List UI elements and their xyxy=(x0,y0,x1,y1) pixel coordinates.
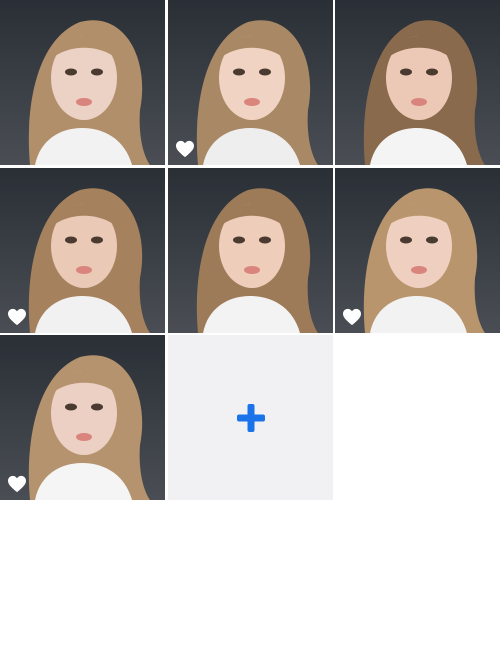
heart-icon xyxy=(175,140,195,158)
add-photo-button[interactable] xyxy=(168,335,333,500)
plus-icon xyxy=(235,402,267,434)
photo-thumbnail[interactable] xyxy=(168,0,333,165)
photo-image xyxy=(0,0,165,165)
photo-thumbnail[interactable] xyxy=(0,0,165,165)
heart-icon xyxy=(342,308,362,326)
photo-image xyxy=(335,0,500,165)
photo-gallery-screen xyxy=(0,0,500,667)
photo-thumbnail[interactable] xyxy=(168,168,333,333)
photo-thumbnail[interactable] xyxy=(335,168,500,333)
photo-thumbnail[interactable] xyxy=(335,0,500,165)
heart-icon xyxy=(7,475,27,493)
photo-thumbnail[interactable] xyxy=(0,168,165,333)
photo-grid xyxy=(0,0,500,501)
photo-thumbnail[interactable] xyxy=(0,335,165,500)
heart-icon xyxy=(7,308,27,326)
photo-image xyxy=(168,168,333,333)
